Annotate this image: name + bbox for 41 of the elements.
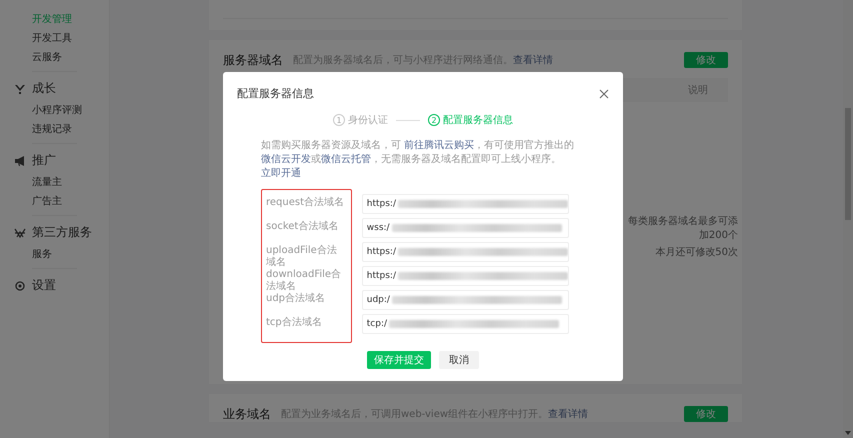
cancel-button[interactable]: 取消 xyxy=(439,351,479,369)
sidebar-group-title[interactable]: 成长 xyxy=(32,80,56,97)
sidebar-group-title[interactable]: 第三方服务 xyxy=(32,224,92,241)
input-field[interactable]: https:/ xyxy=(362,194,569,214)
details-link[interactable]: 查看详情 xyxy=(513,55,553,66)
input-field[interactable]: wss:/ xyxy=(362,218,569,238)
text-link[interactable]: 前往腾讯云购买 xyxy=(404,140,474,151)
details-link[interactable]: 查看详情 xyxy=(548,409,588,420)
sidebar-item[interactable]: 服务 xyxy=(0,245,109,264)
sidebar-group-title[interactable]: 设置 xyxy=(32,277,56,294)
sidebar-item[interactable]: 广告主 xyxy=(0,192,109,211)
step-indicator: 2 配置服务器信息 xyxy=(428,113,513,127)
sidebar-item[interactable]: 开发工具 xyxy=(0,29,109,48)
submit-button[interactable]: 保存并提交 xyxy=(367,351,431,369)
field-label: tcp合法域名 xyxy=(266,316,323,330)
input-field[interactable]: udp:/ xyxy=(362,290,569,310)
megaphone-icon xyxy=(14,154,26,166)
section-title: 服务器域名 xyxy=(223,52,283,68)
sidebar-item[interactable]: 小程序评测 xyxy=(0,101,109,120)
dialog-title: 配置服务器信息 xyxy=(237,86,314,101)
sidebar-group-title[interactable]: 推广 xyxy=(32,152,56,169)
field-label: request合法域名 xyxy=(266,196,346,210)
text-link[interactable]: 立即开通 xyxy=(261,168,301,179)
info-paragraph: 如需购买服务器资源及域名，可 前往腾讯云购买，有可使用官方推出的 微信云开发或微信云托管，无需服务器及域名配置即可上线小程序。 立即开通 xyxy=(261,139,576,181)
section-title: 业务域名 xyxy=(223,406,271,422)
close-icon[interactable] xyxy=(599,88,609,98)
input-field[interactable]: https:/ xyxy=(362,242,569,262)
text-link[interactable]: 微信云开发 xyxy=(261,154,311,165)
sidebar-item[interactable]: 流量主 xyxy=(0,173,109,192)
step-indicator: 1 身份认证 xyxy=(333,113,388,127)
limit-note: 每类服务器域名最多可添加200个 xyxy=(627,214,738,242)
input-field[interactable]: https:/ xyxy=(362,266,569,286)
scroll-down-icon[interactable] xyxy=(845,431,851,435)
input-field[interactable]: tcp:/ xyxy=(362,314,569,334)
sidebar-item[interactable]: 违规记录 xyxy=(0,120,109,139)
field-label: socket合法域名 xyxy=(266,220,340,234)
field-label: udp合法域名 xyxy=(266,292,326,306)
settings-icon xyxy=(14,280,26,292)
sidebar-item[interactable]: 云服务 xyxy=(0,48,109,67)
limit-note: 本月还可修改50次 xyxy=(655,246,738,259)
text-link[interactable]: 微信云托管 xyxy=(321,154,371,165)
